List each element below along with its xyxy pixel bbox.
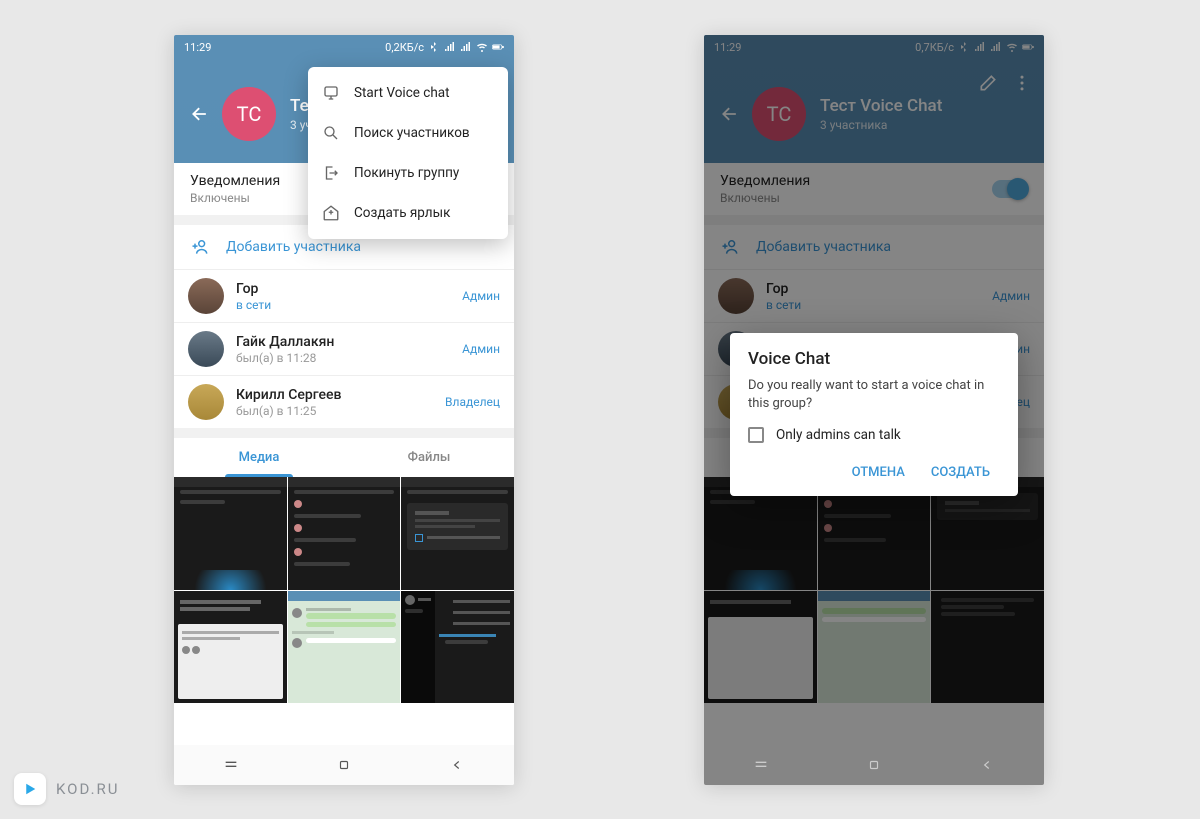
dialog-message: Do you really want to start a voice chat… (748, 377, 1000, 413)
media-thumbnail[interactable] (288, 591, 401, 704)
source-watermark: KOD.RU (14, 773, 120, 805)
member-row[interactable]: Гор в сети Админ (174, 270, 514, 323)
media-thumbnail[interactable] (401, 591, 514, 704)
member-row[interactable]: Кирилл Сергеев был(а) в 11:25 Владелец (174, 376, 514, 428)
member-avatar (188, 384, 224, 420)
play-icon (21, 780, 39, 798)
dialog-title: Voice Chat (748, 349, 1000, 369)
add-member-label: Добавить участника (226, 239, 361, 255)
android-nav-bar (704, 745, 1044, 785)
tab-files[interactable]: Файлы (344, 438, 514, 477)
member-status: был(а) в 11:25 (236, 404, 433, 418)
add-user-icon (190, 237, 210, 257)
battery-icon (492, 41, 504, 53)
member-role: Владелец (445, 395, 500, 409)
signal-icon (460, 41, 472, 53)
dialog-checkbox[interactable]: Only admins can talk (748, 427, 1000, 443)
create-button[interactable]: СОЗДАТЬ (921, 457, 1000, 488)
wifi-icon (476, 41, 488, 53)
watermark-logo (14, 773, 46, 805)
member-role: Админ (462, 289, 500, 303)
member-avatar (188, 278, 224, 314)
status-data-rate: 0,2КБ/с (385, 41, 424, 54)
voice-chat-dialog: Voice Chat Do you really want to start a… (730, 333, 1018, 496)
menu-item-label: Покинуть группу (354, 165, 459, 181)
checkbox-icon (748, 427, 764, 443)
nav-recents[interactable] (221, 755, 241, 775)
phone-right: 11:29 0,7КБ/с ТС Тест Voice Chat 3 участ… (704, 35, 1044, 785)
member-name: Кирилл Сергеев (236, 387, 433, 403)
leave-icon (322, 164, 340, 182)
search-icon (322, 124, 340, 142)
menu-item-label: Start Voice chat (354, 85, 450, 101)
options-dropdown: Start Voice chat Поиск участников Покину… (308, 67, 508, 239)
voice-chat-icon (322, 84, 340, 102)
arrow-left-icon (190, 104, 210, 124)
media-thumbnail[interactable] (174, 477, 287, 590)
checkbox-label: Only admins can talk (776, 427, 901, 443)
tab-media[interactable]: Медиа (174, 438, 344, 477)
content-tabs: Медиа Файлы (174, 438, 514, 477)
watermark-text: KOD.RU (56, 780, 120, 798)
status-indicators: 0,2КБ/с (385, 41, 504, 54)
bluetooth-icon (428, 41, 440, 53)
status-bar: 11:29 0,2КБ/с (174, 35, 514, 59)
nav-back[interactable] (977, 755, 997, 775)
notifications-label: Уведомления (190, 173, 280, 189)
group-avatar[interactable]: ТС (222, 87, 276, 141)
nav-recents[interactable] (751, 755, 771, 775)
media-thumbnail[interactable] (174, 591, 287, 704)
nav-back[interactable] (447, 755, 467, 775)
notifications-value: Включены (190, 191, 280, 205)
menu-start-voice-chat[interactable]: Start Voice chat (308, 73, 508, 113)
back-button[interactable] (188, 102, 212, 126)
menu-search-members[interactable]: Поиск участников (308, 113, 508, 153)
member-name: Гор (236, 281, 450, 297)
member-row[interactable]: Гайк Даллакян был(а) в 11:28 Админ (174, 323, 514, 376)
menu-item-label: Поиск участников (354, 125, 470, 141)
android-nav-bar (174, 745, 514, 785)
member-avatar (188, 331, 224, 367)
nav-home[interactable] (864, 755, 884, 775)
member-name: Гайк Даллакян (236, 334, 450, 350)
nav-home[interactable] (334, 755, 354, 775)
member-status: был(а) в 11:28 (236, 351, 450, 365)
menu-leave-group[interactable]: Покинуть группу (308, 153, 508, 193)
media-thumbnail[interactable] (401, 477, 514, 590)
status-time: 11:29 (184, 41, 211, 54)
media-grid (174, 477, 514, 703)
phone-left: 11:29 0,2КБ/с ТС Тест Voice Chat 3 участ… (174, 35, 514, 785)
media-thumbnail[interactable] (288, 477, 401, 590)
menu-create-shortcut[interactable]: Создать ярлык (308, 193, 508, 233)
signal-icon (444, 41, 456, 53)
cancel-button[interactable]: ОТМЕНА (842, 457, 915, 488)
menu-item-label: Создать ярлык (354, 205, 450, 221)
member-role: Админ (462, 342, 500, 356)
member-status: в сети (236, 298, 450, 312)
members-list: Гор в сети Админ Гайк Даллакян был(а) в … (174, 270, 514, 438)
shortcut-icon (322, 204, 340, 222)
